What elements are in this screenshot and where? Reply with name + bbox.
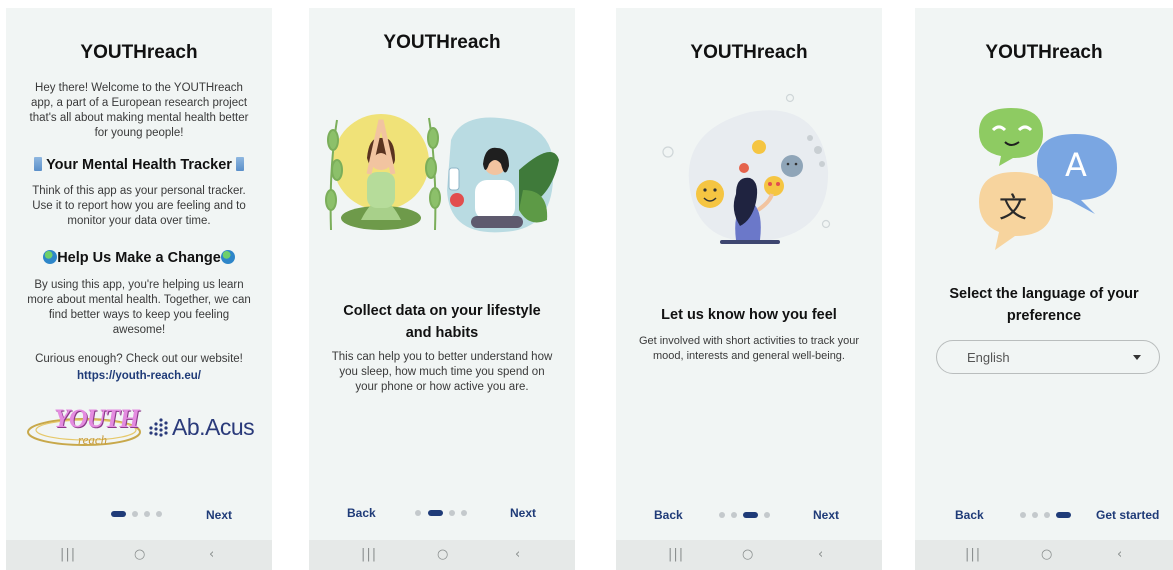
globe-icon	[43, 250, 58, 264]
change-text: By using this app, you're helping us lea…	[27, 279, 251, 336]
pager-dot	[449, 510, 455, 516]
language-illustration: A 文	[971, 102, 1121, 252]
pager-dot	[144, 511, 150, 517]
recents-icon[interactable]: |||	[668, 547, 684, 562]
system-navbar: ||| ○ ‹	[6, 540, 272, 570]
tracker-heading: Your Mental Health Tracker	[6, 154, 272, 176]
next-button[interactable]: Next	[206, 508, 232, 522]
home-icon[interactable]: ○	[134, 547, 145, 562]
system-back-icon[interactable]: ‹	[1117, 547, 1122, 562]
pager-dot	[1020, 512, 1026, 518]
app-title: YOUTHreach	[80, 42, 198, 63]
tracker-text: Think of this app as your personal track…	[32, 185, 246, 227]
onboarding-screen-lifestyle: YOUTHreach Collect data on your lifestyl…	[309, 8, 575, 542]
intro-text: Hey there! Welcome to the YOUTHreach app…	[29, 82, 249, 139]
logo-abacus-text: Ab.Acus	[172, 414, 255, 440]
next-button[interactable]: Next	[510, 506, 536, 520]
lifestyle-text: This can help you to better understand h…	[331, 351, 553, 393]
lifestyle-heading: Collect data on your lifestyle and habit…	[343, 303, 541, 341]
pager-dot	[415, 510, 421, 516]
mobile-phone-icon	[34, 157, 43, 171]
pager-dot	[1044, 512, 1050, 518]
mobile-phone-icon	[235, 157, 244, 171]
system-back-icon[interactable]: ‹	[818, 547, 823, 562]
app-title: YOUTHreach	[985, 42, 1103, 63]
pager-dot	[156, 511, 162, 517]
youthreach-logo: YOUTH reach	[26, 404, 144, 450]
bubble-char-a: A	[1065, 146, 1087, 184]
logo-youth-text: YOUTH	[54, 404, 140, 433]
language-select[interactable]: English	[936, 340, 1160, 374]
next-button[interactable]: Next	[813, 508, 839, 522]
pager-dot	[764, 512, 770, 518]
home-icon[interactable]: ○	[1041, 547, 1052, 562]
feelings-text: Get involved with short activities to tr…	[638, 335, 860, 362]
lifestyle-illustration	[323, 100, 561, 238]
pager-dot	[731, 512, 737, 518]
recents-icon[interactable]: |||	[361, 547, 377, 562]
feelings-illustration	[660, 90, 840, 260]
pager-dot	[461, 510, 467, 516]
home-icon[interactable]: ○	[437, 547, 448, 562]
system-navbar: ||| ○ ‹	[616, 540, 882, 570]
curious-text: Curious enough? Check out our website!	[35, 353, 243, 365]
pager-dot	[132, 511, 138, 517]
recents-icon[interactable]: |||	[60, 547, 76, 562]
system-navbar: ||| ○ ‹	[915, 540, 1173, 570]
system-navbar: ||| ○ ‹	[309, 540, 575, 570]
onboarding-screen-welcome: YOUTHreach Hey there! Welcome to the YOU…	[6, 8, 272, 570]
language-select-value: English	[967, 350, 1010, 365]
pager-dot-active	[428, 510, 443, 516]
pager-dot	[719, 512, 725, 518]
recents-icon[interactable]: |||	[965, 547, 981, 562]
website-link[interactable]: https://youth-reach.eu/	[16, 369, 262, 384]
feelings-heading: Let us know how you feel	[661, 307, 837, 323]
pager-dot-active	[743, 512, 758, 518]
bubble-char-wen: 文	[999, 191, 1028, 224]
pager-dot-active	[1056, 512, 1071, 518]
app-title: YOUTHreach	[690, 42, 808, 63]
onboarding-screen-feelings: YOUTHreach Let us know how you feel Get …	[616, 8, 882, 570]
logo-reach-text: reach	[78, 432, 108, 447]
system-back-icon[interactable]: ‹	[209, 547, 214, 562]
back-button[interactable]: Back	[955, 508, 984, 522]
back-button[interactable]: Back	[654, 508, 683, 522]
pager-dot	[1032, 512, 1038, 518]
globe-icon	[220, 250, 235, 264]
system-back-icon[interactable]: ‹	[515, 547, 520, 562]
onboarding-screen-language: YOUTHreach A 文 Select the language of yo…	[915, 8, 1173, 570]
change-heading: Help Us Make a Change	[6, 247, 272, 269]
back-button[interactable]: Back	[347, 506, 376, 520]
abacus-logo: Ab.Acus	[148, 412, 255, 444]
language-heading: Select the language of your preference	[949, 286, 1139, 324]
app-title: YOUTHreach	[383, 32, 501, 53]
pager-dot-active	[111, 511, 126, 517]
dropdown-caret-icon	[1133, 355, 1141, 360]
get-started-button[interactable]: Get started	[1096, 508, 1159, 522]
home-icon[interactable]: ○	[742, 547, 753, 562]
